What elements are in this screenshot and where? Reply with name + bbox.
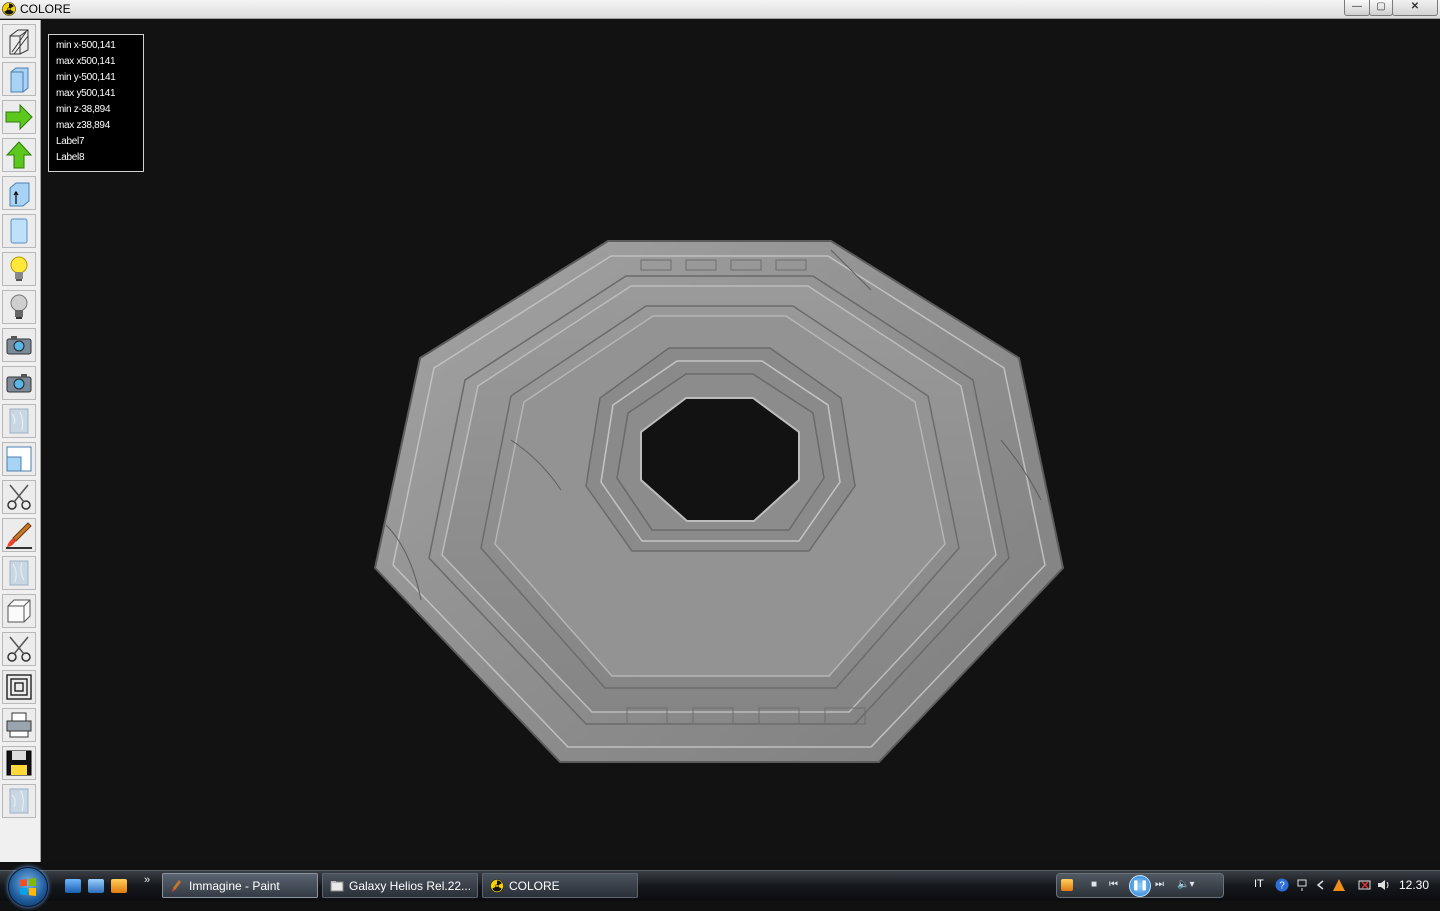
min-z-label: min z-38,894 (56, 104, 111, 115)
radiation-icon (490, 879, 504, 893)
camera-alt-icon (6, 374, 32, 393)
tool-texture[interactable] (2, 404, 36, 438)
pause-button[interactable]: ❚❚ (1129, 875, 1151, 897)
tool-slab[interactable] (2, 214, 36, 248)
start-button[interactable] (8, 867, 48, 907)
tool-extrude[interactable] (2, 176, 36, 210)
tool-light-off[interactable] (2, 290, 36, 324)
stop-button[interactable]: ■ (1091, 879, 1097, 890)
texture-small-icon (9, 788, 29, 814)
radiation-icon (2, 2, 16, 16)
tool-cut-alt[interactable] (2, 632, 36, 666)
task-paint[interactable]: Immagine - Paint (162, 873, 318, 898)
battery-warning-icon[interactable] (1358, 878, 1372, 892)
volume-icon[interactable] (1377, 878, 1391, 892)
tool-texture-alt[interactable] (2, 556, 36, 590)
task-label: Immagine - Paint (189, 879, 280, 893)
volume-button[interactable]: 🔈▾ (1177, 879, 1194, 890)
paint-icon (172, 880, 181, 892)
svg-text:?: ? (1279, 881, 1285, 892)
show-hidden-icons-icon[interactable] (1314, 878, 1328, 892)
media-player-icon[interactable] (111, 879, 127, 893)
task-label: Galaxy Helios Rel.22... (349, 879, 472, 893)
task-label: COLORE (509, 879, 560, 893)
tool-frame[interactable] (2, 670, 36, 704)
tool-viewport[interactable] (2, 442, 36, 476)
minimize-button[interactable]: — (1344, 0, 1370, 16)
task-colore[interactable]: COLORE (482, 873, 638, 898)
close-button[interactable]: ✕ (1392, 0, 1438, 16)
light-bulb-on-icon (10, 256, 28, 281)
blue-cube-icon (10, 67, 29, 93)
max-z-label: max z38,894 (56, 120, 110, 131)
tool-palette (0, 20, 41, 862)
quick-launch-more-button[interactable]: » (144, 874, 150, 886)
bounds-info-panel: min x-500,141 max x500,141 min y-500,141… (48, 34, 144, 172)
blue-slab-icon (10, 218, 28, 244)
media-app-icon[interactable] (1061, 879, 1073, 891)
network-icon[interactable] (1296, 878, 1310, 892)
scissors-alt-icon (7, 636, 31, 662)
light-bulb-off-icon (10, 294, 28, 319)
min-x-label: min x-500,141 (56, 40, 116, 51)
tool-print[interactable] (2, 708, 36, 742)
wireframe-cube-icon (9, 29, 29, 55)
printer-icon (6, 712, 32, 738)
tool-cut[interactable] (2, 480, 36, 514)
next-button[interactable]: ⏭ (1155, 879, 1164, 890)
maximize-button[interactable]: ▢ (1369, 0, 1393, 16)
camera-icon (6, 336, 32, 355)
viewport-icon (6, 446, 32, 472)
label7: Label7 (56, 136, 85, 147)
arrow-up-icon (5, 141, 33, 169)
brush-icon (6, 522, 32, 549)
concentric-squares-icon (6, 674, 32, 700)
tool-move-right[interactable] (2, 100, 36, 134)
arrow-right-icon (5, 103, 33, 131)
scissors-icon (7, 484, 31, 510)
label8: Label8 (56, 152, 85, 163)
title-bar: COLORE — ▢ ✕ (0, 0, 1440, 19)
texture-alt-icon (9, 560, 29, 586)
switch-windows-icon[interactable] (88, 879, 104, 893)
media-controls: ■ ⏮ ❚❚ ⏭ 🔈▾ (1056, 873, 1224, 898)
tool-save[interactable] (2, 746, 36, 780)
taskbar: » Immagine - Paint Galaxy Helios Rel.22.… (0, 867, 1440, 907)
tool-move-up[interactable] (2, 138, 36, 172)
clock[interactable]: 12.30 (1399, 878, 1429, 892)
window-title: COLORE (20, 2, 71, 16)
alert-icon[interactable] (1332, 878, 1346, 892)
min-y-label: min y-500,141 (56, 72, 116, 83)
show-desktop-icon[interactable] (65, 879, 81, 893)
3d-viewport[interactable] (41, 20, 1440, 862)
tool-texture-small[interactable] (2, 784, 36, 818)
task-galaxy-helios[interactable]: Galaxy Helios Rel.22... (322, 873, 478, 898)
tool-camera[interactable] (2, 328, 36, 362)
octagonal-ceiling-rose-render (373, 240, 1065, 763)
max-y-label: max y500,141 (56, 88, 116, 99)
folder-icon (330, 881, 344, 892)
windows-logo-icon (20, 878, 36, 896)
language-indicator[interactable]: IT (1254, 878, 1264, 890)
tool-solid[interactable] (2, 62, 36, 96)
floppy-disk-icon (6, 750, 32, 776)
previous-button[interactable]: ⏮ (1109, 879, 1118, 890)
tool-wireframe[interactable] (2, 24, 36, 58)
texture-icon (9, 408, 29, 434)
cube-arrow-icon (9, 182, 30, 207)
tool-paint[interactable] (2, 518, 36, 552)
tool-light-on[interactable] (2, 252, 36, 286)
tool-camera-alt[interactable] (2, 366, 36, 400)
tool-box[interactable] (2, 594, 36, 628)
help-icon[interactable]: ? (1275, 878, 1289, 892)
max-x-label: max x500,141 (56, 56, 116, 67)
white-cube-icon (7, 599, 31, 623)
